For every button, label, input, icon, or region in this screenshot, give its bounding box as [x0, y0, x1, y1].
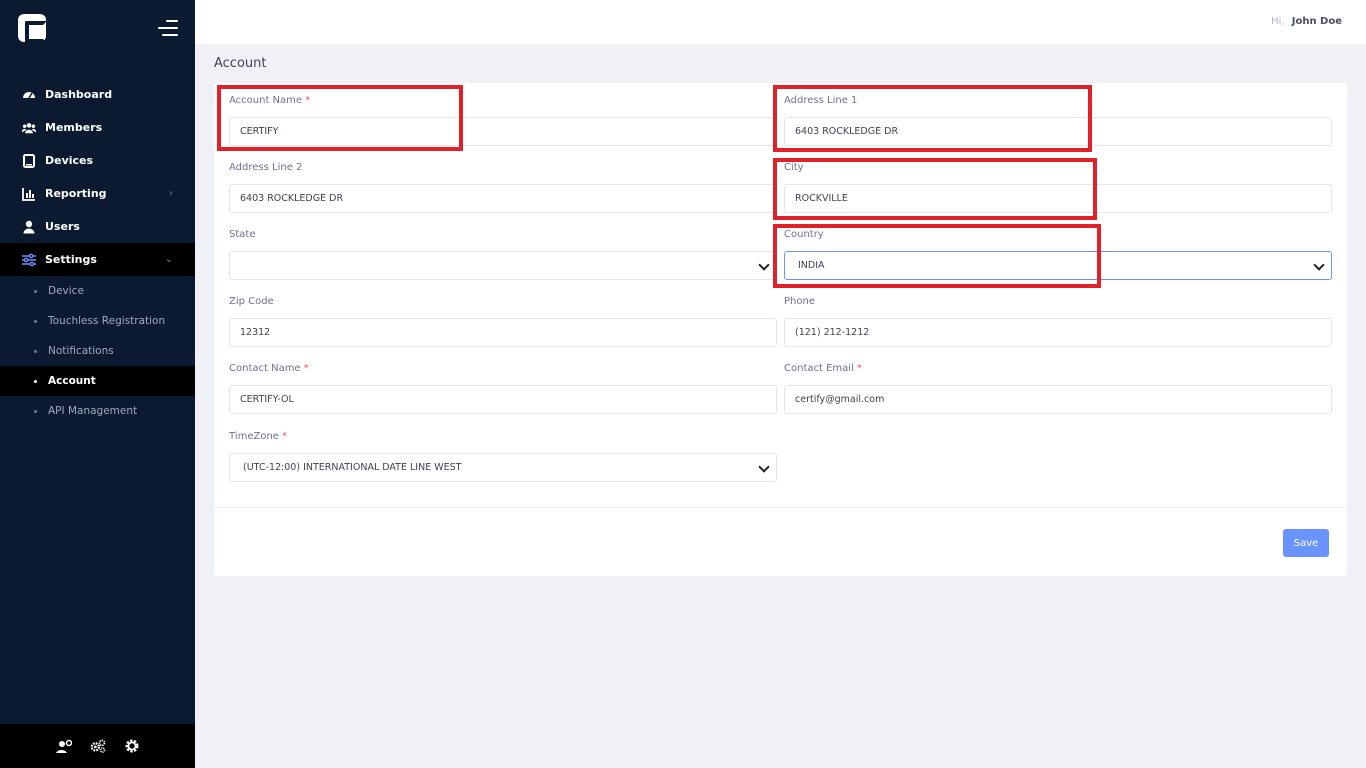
- app-logo[interactable]: [18, 14, 47, 43]
- sidebar-item-dashboard[interactable]: Dashboard: [0, 78, 195, 111]
- tablet-icon: [22, 153, 36, 168]
- sidebar-subitem-label: Device: [48, 285, 84, 297]
- members-icon: [22, 121, 36, 135]
- user-greeting[interactable]: Hi, John Doe: [1271, 16, 1342, 27]
- chevron-down-icon: ⌄: [164, 254, 173, 265]
- state-field: State: [229, 228, 777, 280]
- address-line-2-input[interactable]: 6403 ROCKLEDGE DR: [229, 184, 777, 213]
- account-name-label: Account Name *: [229, 95, 311, 106]
- sidebar-item-devices[interactable]: Devices: [0, 144, 195, 177]
- city-input[interactable]: ROCKVILLE: [784, 184, 1332, 213]
- sidebar-item-reporting[interactable]: Reporting ›: [0, 177, 195, 210]
- user-name: John Doe: [1291, 16, 1342, 27]
- chevron-right-icon: ›: [168, 188, 173, 199]
- account-name-input[interactable]: CERTIFY: [229, 117, 777, 146]
- timezone-field: TimeZone * (UTC-12:00) INTERNATIONAL DATE…: [229, 430, 777, 482]
- address-line-2-label: Address Line 2: [229, 162, 303, 173]
- sidebar-item-users[interactable]: Users: [0, 210, 195, 243]
- sidebar-item-members[interactable]: Members: [0, 111, 195, 144]
- zip-code-field: Zip Code 12312: [229, 295, 777, 347]
- sidebar-item-label: Reporting: [45, 187, 107, 200]
- user-settings-icon[interactable]: [55, 738, 72, 754]
- sidebar-item-label: Users: [45, 220, 80, 233]
- sidebar-subitem-account[interactable]: Account: [0, 366, 195, 396]
- address-line-1-field: Address Line 1 6403 ROCKLEDGE DR: [784, 94, 1332, 146]
- country-select[interactable]: INDIA: [784, 251, 1332, 280]
- chart-icon: [22, 187, 36, 201]
- sidebar-item-label: Members: [45, 121, 103, 134]
- country-label: Country: [784, 229, 824, 240]
- sidebar-item-label: Dashboard: [45, 88, 113, 101]
- sidebar-item-settings[interactable]: Settings ⌄: [0, 243, 195, 276]
- zip-code-label: Zip Code: [229, 296, 274, 307]
- sidebar-subitem-api-management[interactable]: API Management: [0, 396, 195, 426]
- sidebar-footer: [0, 724, 195, 768]
- cogs-icon[interactable]: [90, 738, 106, 754]
- greeting-text: Hi,: [1271, 16, 1285, 27]
- sidebar-subitem-label: Account: [48, 375, 96, 387]
- city-field: City ROCKVILLE: [784, 161, 1332, 213]
- sidebar-subitem-touchless-registration[interactable]: Touchless Registration: [0, 306, 195, 336]
- page-title: Account: [214, 56, 267, 71]
- contact-name-input[interactable]: CERTIFY-OL: [229, 385, 777, 414]
- sidebar-subitem-label: API Management: [48, 405, 138, 417]
- menu-toggle-icon[interactable]: [156, 20, 178, 36]
- account-form-card: Account Name * CERTIFY Address Line 1 640…: [214, 83, 1347, 576]
- sidebar-subitem-label: Touchless Registration: [48, 315, 166, 327]
- sidebar-item-label: Settings: [45, 253, 97, 266]
- contact-email-field: Contact Email * certify@gmail.com: [784, 362, 1332, 414]
- sidebar-item-label: Devices: [45, 154, 94, 167]
- timezone-select[interactable]: (UTC-12:00) INTERNATIONAL DATE LINE WEST: [229, 453, 777, 482]
- sidebar-nav: Dashboard Members Devices Reporting › Us…: [0, 78, 195, 426]
- gear-icon[interactable]: [124, 738, 140, 754]
- state-label: State: [229, 229, 256, 240]
- country-field: Country INDIA: [784, 228, 1332, 280]
- phone-input[interactable]: (121) 212-1212: [784, 318, 1332, 347]
- address-line-1-label: Address Line 1: [784, 95, 858, 106]
- phone-label: Phone: [784, 296, 815, 307]
- sidebar-subitem-label: Notifications: [48, 345, 114, 357]
- phone-field: Phone (121) 212-1212: [784, 295, 1332, 347]
- city-label: City: [784, 162, 804, 173]
- timezone-label: TimeZone *: [229, 431, 287, 442]
- dashboard-icon: [22, 88, 36, 102]
- address-line-2-field: Address Line 2 6403 ROCKLEDGE DR: [229, 161, 777, 213]
- top-header: Hi, John Doe: [195, 0, 1366, 44]
- sidebar-subitem-notifications[interactable]: Notifications: [0, 336, 195, 366]
- save-button[interactable]: Save: [1283, 529, 1329, 557]
- contact-email-label: Contact Email *: [784, 363, 862, 374]
- account-name-field: Account Name * CERTIFY: [229, 94, 777, 146]
- contact-name-label: Contact Name *: [229, 363, 309, 374]
- address-line-1-input[interactable]: 6403 ROCKLEDGE DR: [784, 117, 1332, 146]
- card-divider: [214, 507, 1347, 508]
- sidebar-subitem-device[interactable]: Device: [0, 276, 195, 306]
- sidebar: Dashboard Members Devices Reporting › Us…: [0, 0, 195, 768]
- sliders-icon: [22, 253, 36, 267]
- contact-email-input[interactable]: certify@gmail.com: [784, 385, 1332, 414]
- zip-code-input[interactable]: 12312: [229, 318, 777, 347]
- state-select[interactable]: [229, 251, 777, 280]
- contact-name-field: Contact Name * CERTIFY-OL: [229, 362, 777, 414]
- user-icon: [22, 220, 36, 234]
